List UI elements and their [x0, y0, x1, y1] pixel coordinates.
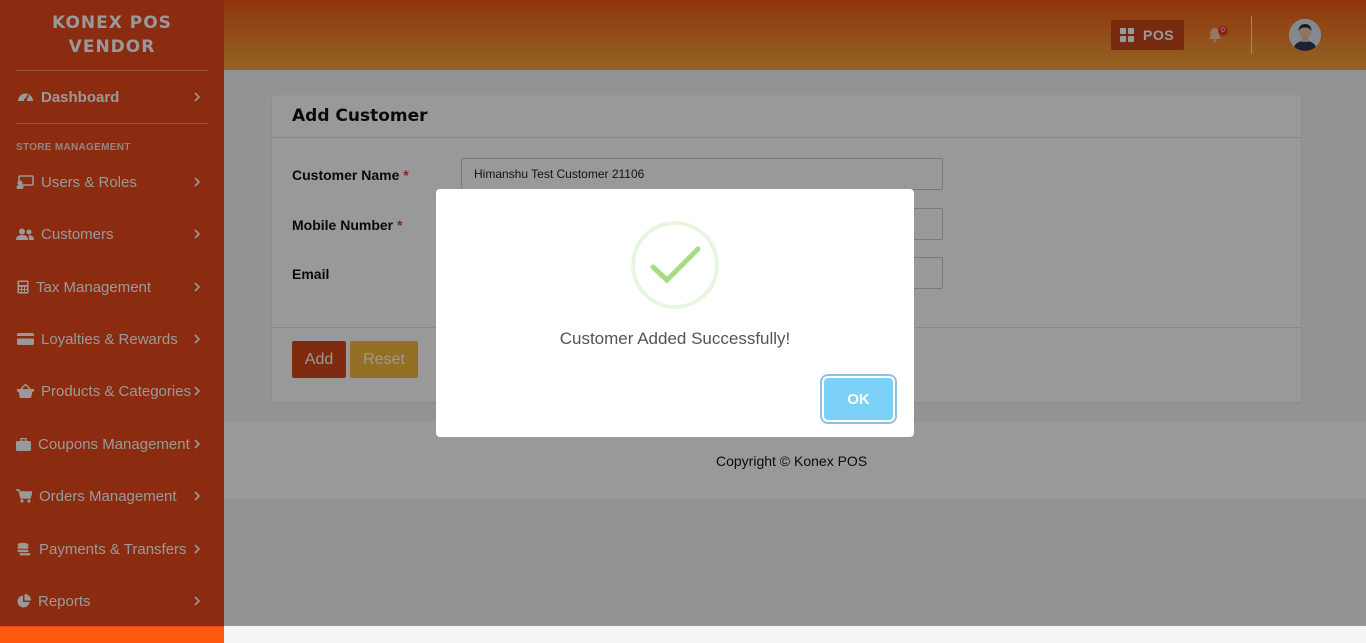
sidebar-scroll-edge	[0, 627, 224, 643]
checkmark-icon	[650, 246, 701, 284]
success-checkmark-icon	[631, 221, 719, 309]
page-bottom-area	[224, 626, 1366, 643]
dialog-message: Customer Added Successfully!	[559, 329, 791, 348]
success-dialog: Customer Added Successfully! OK	[436, 189, 914, 437]
ok-button[interactable]: OK	[824, 378, 893, 420]
